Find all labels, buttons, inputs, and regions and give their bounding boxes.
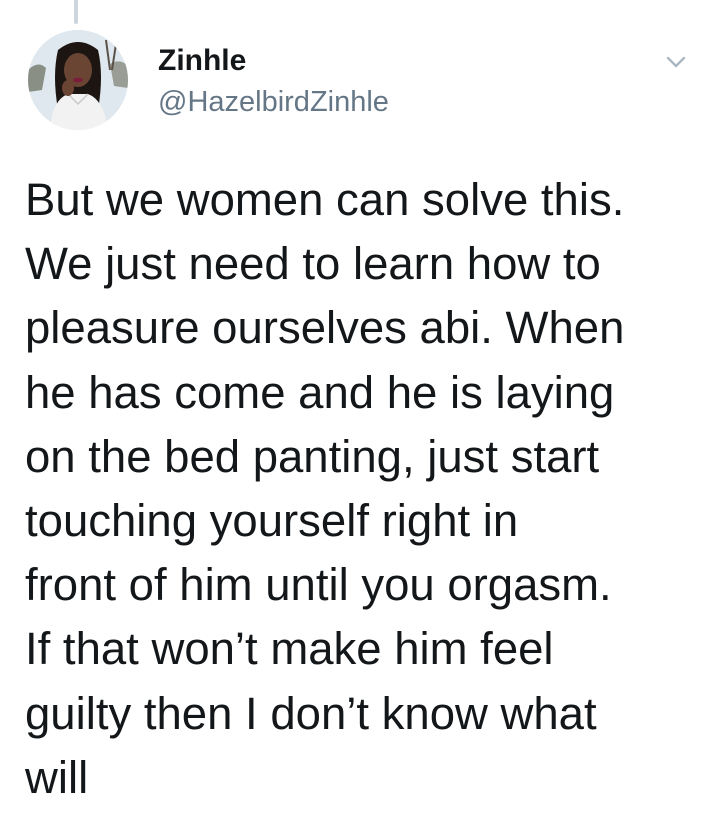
tweet-header: Zinhle @HazelbirdZinhle [28,30,700,140]
tweet-text: But we women can solve this. We just nee… [25,174,625,803]
user-info: Zinhle @HazelbirdZinhle [158,44,389,120]
chevron-down-icon [666,56,686,68]
user-handle[interactable]: @HazelbirdZinhle [158,84,389,120]
avatar[interactable] [28,30,128,130]
display-name[interactable]: Zinhle [158,44,389,78]
tweet-menu-button[interactable] [660,50,692,74]
profile-photo-icon [28,30,128,130]
thread-connector-line [74,0,78,24]
